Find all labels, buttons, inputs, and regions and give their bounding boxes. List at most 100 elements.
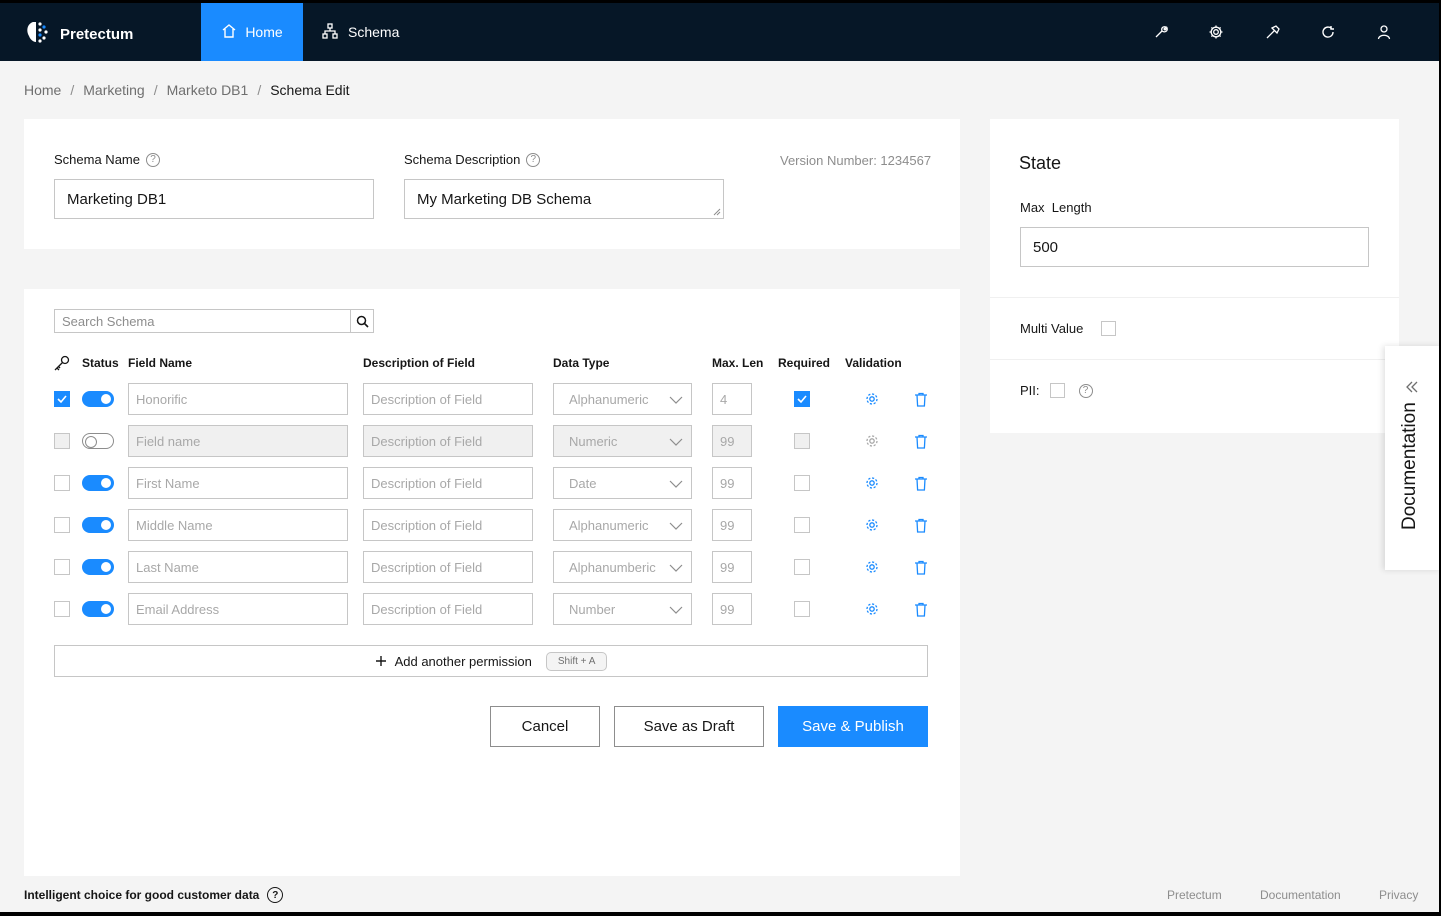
- required-checkbox[interactable]: [794, 517, 810, 533]
- breadcrumb: Home / Marketing / Marketo DB1 / Schema …: [24, 82, 350, 98]
- gear-icon[interactable]: [863, 432, 881, 450]
- gear-icon[interactable]: [863, 516, 881, 534]
- row-select-checkbox[interactable]: [54, 391, 70, 407]
- table-row: Field name Description of Field Numeric 99: [0, 425, 960, 457]
- field-name-input[interactable]: Honorific: [128, 383, 348, 415]
- max-length-input[interactable]: 99: [712, 425, 752, 457]
- data-type-select[interactable]: Alphanumeric: [553, 509, 692, 541]
- help-icon[interactable]: ?: [526, 152, 541, 167]
- field-name-input[interactable]: Middle Name: [128, 509, 348, 541]
- field-description-input[interactable]: Description of Field: [363, 425, 533, 457]
- row-select-checkbox[interactable]: [54, 559, 70, 575]
- table-row: First Name Description of Field Date 99: [0, 467, 960, 499]
- column-header-max-len: Max. Len: [712, 356, 764, 370]
- field-description-input[interactable]: Description of Field: [363, 509, 533, 541]
- max-length-input[interactable]: 99: [712, 467, 752, 499]
- field-name-input[interactable]: Field name: [128, 425, 348, 457]
- row-select-checkbox[interactable]: [54, 433, 70, 449]
- add-permission-button[interactable]: Add another permission Shift + A: [54, 645, 928, 677]
- schema-description-label: Schema Description ?: [404, 152, 541, 167]
- trash-icon[interactable]: [912, 600, 930, 618]
- field-description-input[interactable]: Description of Field: [363, 383, 533, 415]
- row-select-checkbox[interactable]: [54, 601, 70, 617]
- search-icon: [356, 315, 369, 328]
- breadcrumb-current: Schema Edit: [270, 82, 350, 98]
- field-name-input[interactable]: Email Address: [128, 593, 348, 625]
- required-checkbox[interactable]: [794, 391, 810, 407]
- gear-icon[interactable]: [863, 474, 881, 492]
- data-type-select[interactable]: Alphanumeric: [553, 383, 692, 415]
- field-description-input[interactable]: Description of Field: [363, 593, 533, 625]
- trash-icon[interactable]: [912, 516, 930, 534]
- required-checkbox[interactable]: [794, 559, 810, 575]
- pii-label: PII:: [1020, 383, 1040, 398]
- status-toggle[interactable]: [82, 559, 114, 575]
- hammer-icon[interactable]: [1263, 22, 1283, 42]
- nav-home-tab[interactable]: Home: [201, 3, 303, 61]
- user-icon[interactable]: [1374, 22, 1394, 42]
- column-header-field-name: Field Name: [128, 356, 193, 370]
- breadcrumb-marketo-db1[interactable]: Marketo DB1: [167, 82, 249, 98]
- brand[interactable]: Pretectum: [24, 19, 133, 50]
- resize-handle-icon: [713, 208, 721, 216]
- required-checkbox[interactable]: [794, 475, 810, 491]
- max-length-input[interactable]: 500: [1020, 227, 1369, 267]
- save-publish-button[interactable]: Save & Publish: [778, 706, 928, 747]
- help-icon[interactable]: ?: [145, 152, 160, 167]
- table-row: Email Address Description of Field Number 9…: [0, 593, 960, 625]
- field-description-input[interactable]: Description of Field: [363, 467, 533, 499]
- multi-value-checkbox[interactable]: [1101, 321, 1117, 336]
- wrench-icon[interactable]: [1151, 22, 1171, 42]
- search-button[interactable]: [350, 309, 374, 333]
- status-toggle[interactable]: [82, 391, 114, 407]
- double-chevron-left-icon[interactable]: [1405, 380, 1419, 399]
- row-select-checkbox[interactable]: [54, 475, 70, 491]
- schema-name-input[interactable]: Marketing DB1: [54, 179, 374, 219]
- gear-icon[interactable]: [863, 600, 881, 618]
- max-length-input[interactable]: 4: [712, 383, 752, 415]
- status-toggle[interactable]: [82, 517, 114, 533]
- trash-icon[interactable]: [912, 432, 930, 450]
- footer-link-privacy[interactable]: Privacy: [1379, 888, 1418, 902]
- required-checkbox[interactable]: [794, 601, 810, 617]
- multi-value-row: Multi Value: [1020, 321, 1117, 336]
- gear-icon[interactable]: [863, 558, 881, 576]
- refresh-icon[interactable]: [1318, 22, 1338, 42]
- status-toggle[interactable]: [82, 433, 114, 449]
- max-length-label: Max Length: [1020, 200, 1092, 215]
- status-toggle[interactable]: [82, 475, 114, 491]
- max-length-input[interactable]: 99: [712, 551, 752, 583]
- footer-link-pretectum[interactable]: Pretectum: [1167, 888, 1222, 902]
- status-toggle[interactable]: [82, 601, 114, 617]
- column-header-description: Description of Field: [363, 356, 476, 370]
- pii-checkbox[interactable]: [1049, 383, 1065, 398]
- cancel-button[interactable]: Cancel: [490, 706, 600, 747]
- breadcrumb-marketing[interactable]: Marketing: [83, 82, 144, 98]
- trash-icon[interactable]: [912, 558, 930, 576]
- required-checkbox[interactable]: [794, 433, 810, 449]
- field-name-input[interactable]: First Name: [128, 467, 348, 499]
- help-icon[interactable]: ?: [267, 887, 284, 903]
- footer-link-documentation[interactable]: Documentation: [1260, 888, 1341, 902]
- help-icon[interactable]: ?: [1078, 383, 1093, 398]
- gear-icon[interactable]: [863, 390, 881, 408]
- search-schema-input[interactable]: Search Schema: [54, 309, 351, 333]
- breadcrumb-home[interactable]: Home: [24, 82, 61, 98]
- data-type-select[interactable]: Alphanumberic: [553, 551, 692, 583]
- max-length-input[interactable]: 99: [712, 509, 752, 541]
- data-type-select[interactable]: Numeric: [553, 425, 692, 457]
- row-select-checkbox[interactable]: [54, 517, 70, 533]
- version-number: Version Number: 1234567: [780, 153, 932, 168]
- chevron-down-icon: [669, 519, 683, 536]
- schema-description-textarea[interactable]: My Marketing DB Schema: [404, 179, 724, 219]
- field-description-input[interactable]: Description of Field: [363, 551, 533, 583]
- data-type-select[interactable]: Date: [553, 467, 692, 499]
- field-name-input[interactable]: Last Name: [128, 551, 348, 583]
- trash-icon[interactable]: [912, 390, 930, 408]
- data-type-select[interactable]: Number: [553, 593, 692, 625]
- max-length-input[interactable]: 99: [712, 593, 752, 625]
- gear-icon[interactable]: [1206, 22, 1226, 42]
- nav-schema-tab[interactable]: Schema: [322, 3, 399, 61]
- save-draft-button[interactable]: Save as Draft: [614, 706, 764, 747]
- trash-icon[interactable]: [912, 474, 930, 492]
